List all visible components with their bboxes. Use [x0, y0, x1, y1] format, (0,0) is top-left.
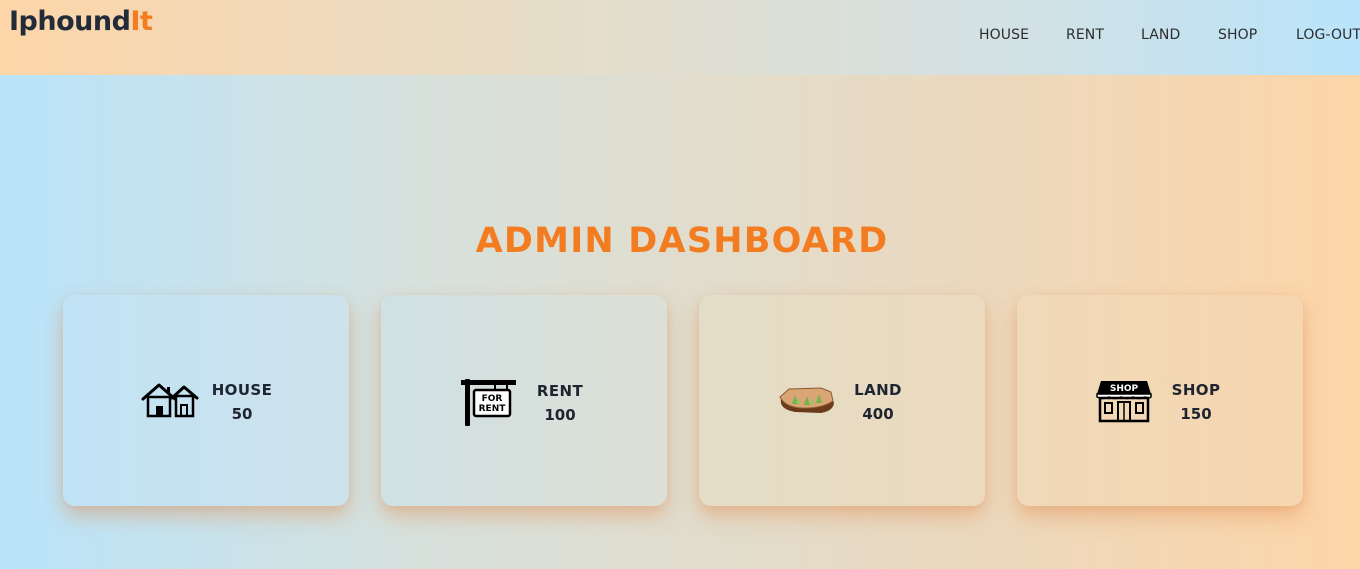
nav-link-land[interactable]: LAND: [1141, 27, 1180, 43]
shop-card-label: SHOP: [1171, 381, 1221, 399]
shop-card-text: SHOP 150: [1165, 381, 1227, 423]
nav-link-house[interactable]: HOUSE: [979, 27, 1029, 43]
land-plot-icon: [779, 387, 834, 413]
rent-card-text: RENT 100: [531, 382, 589, 424]
land-card[interactable]: LAND 400: [699, 295, 985, 506]
rent-card-label: RENT: [536, 382, 584, 400]
nav-link-rent[interactable]: RENT: [1066, 27, 1104, 43]
land-card-text: LAND 400: [847, 381, 909, 423]
nav-menu: HOUSE RENT LAND SHOP LOG-OUT: [0, 27, 1360, 45]
sign-text-line2: RENT: [479, 404, 507, 414]
house-card-count: 50: [231, 405, 253, 423]
land-card-count: 400: [862, 405, 894, 423]
sign-text-line1: FOR: [482, 394, 503, 404]
nav-link-shop[interactable]: SHOP: [1218, 27, 1257, 43]
shop-card[interactable]: SHOP SHOP 150: [1017, 295, 1303, 506]
land-card-label: LAND: [854, 381, 902, 399]
house-card[interactable]: HOUSE 50: [63, 295, 349, 506]
for-rent-sign-icon: FOR RENT: [461, 379, 516, 426]
shop-storefront-icon: SHOP: [1096, 381, 1152, 423]
rent-card[interactable]: FOR RENT RENT 100: [381, 295, 667, 506]
house-card-label: HOUSE: [211, 381, 273, 399]
house-card-text: HOUSE 50: [211, 381, 273, 423]
shop-card-count: 150: [1180, 405, 1212, 423]
shop-sign-text: SHOP: [1110, 384, 1139, 394]
rent-card-count: 100: [544, 406, 576, 424]
houses-icon: [141, 383, 199, 418]
nav-link-logout[interactable]: LOG-OUT: [1296, 27, 1360, 43]
top-navbar: IphoundIt HOUSE RENT LAND SHOP LOG-OUT: [0, 0, 1360, 75]
page-title: ADMIN DASHBOARD: [475, 221, 889, 261]
